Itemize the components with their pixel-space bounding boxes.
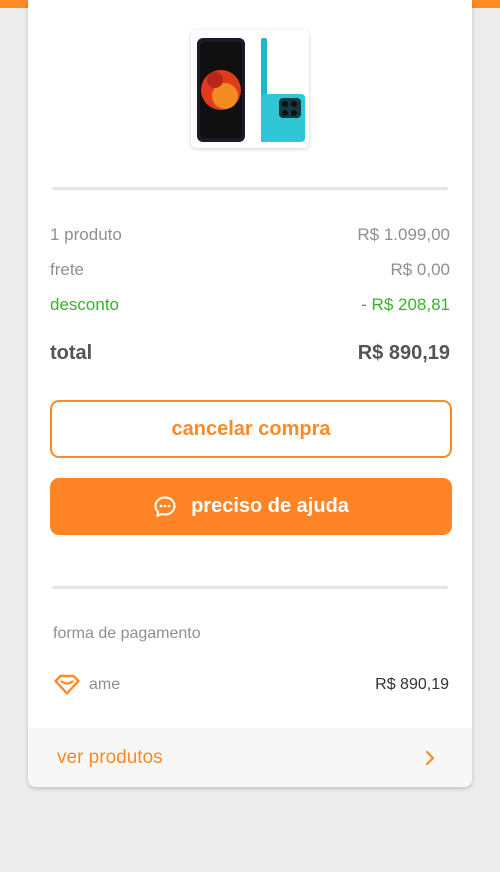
cancel-purchase-button[interactable]: cancelar compra	[50, 400, 452, 458]
total-value: R$ 890,19	[357, 342, 450, 364]
help-button[interactable]: preciso de ajuda	[50, 478, 452, 535]
shipping-value: R$ 0,00	[390, 260, 450, 279]
top-accent-bar-left	[0, 0, 28, 8]
phone-image	[197, 38, 305, 142]
help-button-label: preciso de ajuda	[191, 495, 349, 517]
shipping-label: frete	[50, 260, 85, 279]
items-row: 1 produto R$ 1.099,00	[50, 225, 450, 245]
total-row: total R$ 890,19	[50, 342, 450, 365]
discount-row: desconto - R$ 208,81	[50, 295, 450, 315]
chevron-right-icon	[424, 750, 436, 766]
summary-divider-top	[52, 187, 448, 190]
order-card: 1 produto R$ 1.099,00 frete R$ 0,00 desc…	[28, 0, 472, 787]
view-products-label: ver produtos	[57, 746, 163, 768]
payment-section-label: forma de pagamento	[53, 625, 201, 642]
view-products-link[interactable]: ver produtos	[28, 728, 472, 787]
ame-heart-icon	[53, 674, 81, 696]
cancel-purchase-label: cancelar compra	[171, 417, 331, 440]
discount-value: - R$ 208,81	[361, 295, 450, 314]
items-label: 1 produto	[50, 225, 122, 244]
top-accent-bar-right	[472, 0, 500, 8]
total-label: total	[50, 342, 93, 364]
discount-label: desconto	[50, 295, 119, 314]
items-value: R$ 1.099,00	[357, 225, 450, 244]
payment-method-row: ame R$ 890,19	[53, 672, 449, 698]
product-thumbnail[interactable]	[191, 30, 309, 148]
shipping-row: frete R$ 0,00	[50, 260, 450, 280]
payment-method-value: R$ 890,19	[375, 676, 449, 693]
payment-method-name: ame	[89, 676, 121, 693]
chat-bubble-icon	[153, 495, 177, 519]
payment-divider	[52, 586, 448, 589]
